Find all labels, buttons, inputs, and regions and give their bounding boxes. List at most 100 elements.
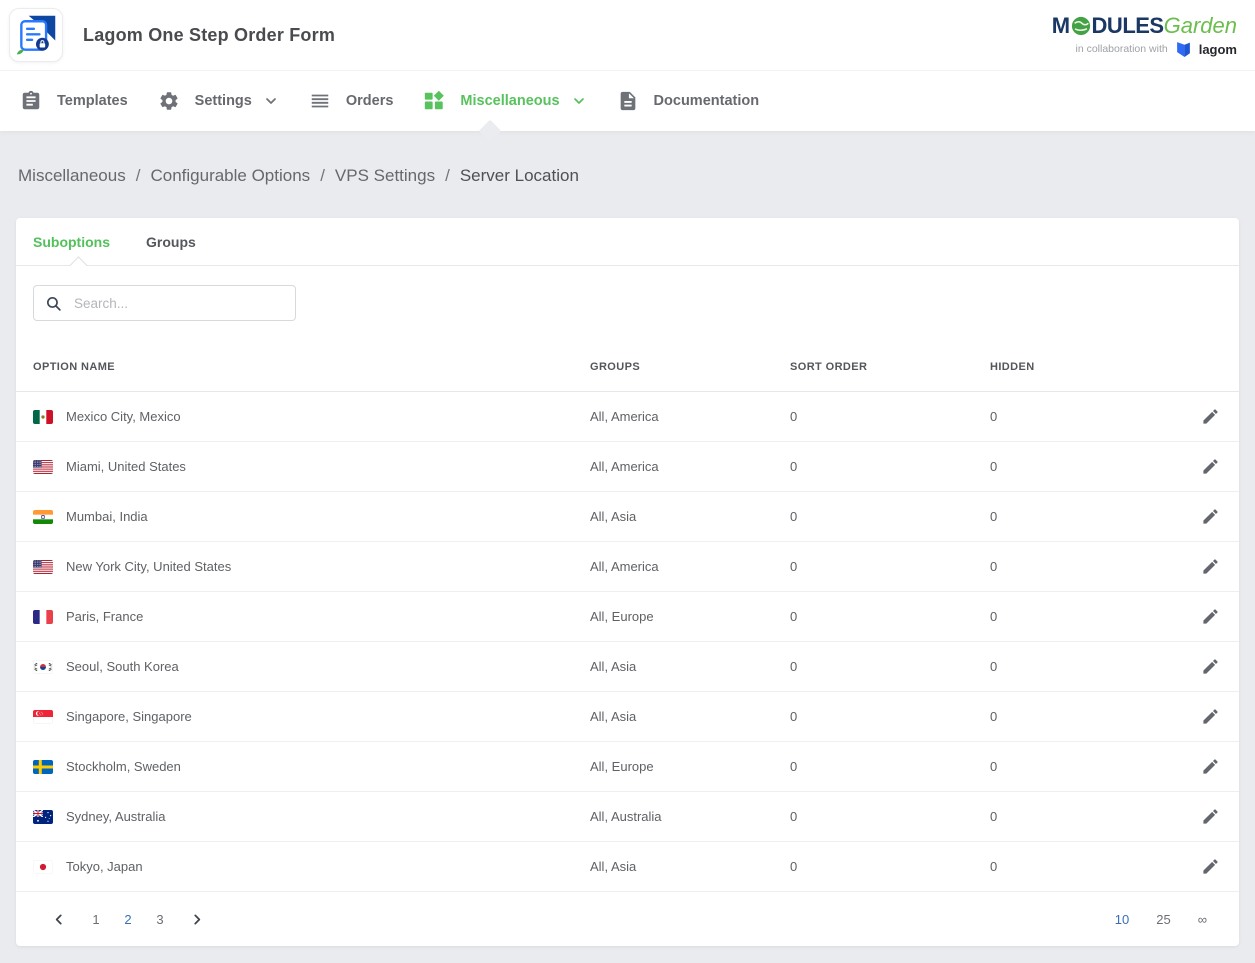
pencil-icon [1201, 857, 1220, 876]
chevron-left-icon [52, 912, 66, 927]
hidden-value: 0 [990, 609, 1182, 624]
table-row: Seoul, South Korea All, Asia 0 0 [16, 642, 1239, 692]
page-size-25[interactable]: 25 [1150, 908, 1176, 931]
hidden-value: 0 [990, 509, 1182, 524]
hidden-value: 0 [990, 709, 1182, 724]
brand-dules: DULES [1092, 13, 1164, 39]
edit-button[interactable] [1199, 855, 1222, 878]
tab-suboptions[interactable]: Suboptions [33, 218, 110, 265]
groups-value: All, America [590, 409, 790, 424]
app-logo [9, 8, 63, 62]
table-row: Mexico City, Mexico All, America 0 0 [16, 392, 1239, 442]
kr-flag-icon [33, 660, 53, 674]
page-number-button[interactable]: 2 [115, 906, 141, 932]
breadcrumb-separator: / [320, 166, 325, 185]
hidden-value: 0 [990, 409, 1182, 424]
mx-flag-icon [33, 410, 53, 424]
pencil-icon [1201, 657, 1220, 676]
edit-button[interactable] [1199, 805, 1222, 828]
option-name: Miami, United States [66, 459, 186, 474]
edit-button[interactable] [1199, 605, 1222, 628]
groups-value: All, Asia [590, 709, 790, 724]
page-size-all[interactable]: ∞ [1192, 908, 1213, 931]
au-flag-icon [33, 810, 53, 824]
edit-button[interactable] [1199, 755, 1222, 778]
document-icon [617, 90, 639, 112]
edit-button[interactable] [1199, 655, 1222, 678]
page-number-button[interactable]: 1 [83, 906, 109, 932]
hidden-value: 0 [990, 659, 1182, 674]
option-name: Stockholm, Sweden [66, 759, 181, 774]
breadcrumb-separator: / [136, 166, 141, 185]
table-row: Stockholm, Sweden All, Europe 0 0 [16, 742, 1239, 792]
brand-m: M [1052, 13, 1070, 39]
groups-value: All, America [590, 459, 790, 474]
column-header-hidden: HIDDEN [990, 361, 1182, 373]
lagom-logo-icon [1175, 41, 1192, 58]
table-row: Mumbai, India All, Asia 0 0 [16, 492, 1239, 542]
next-page-button[interactable] [184, 906, 210, 932]
lagom-text: lagom [1199, 42, 1237, 57]
previous-page-button[interactable] [46, 906, 72, 932]
brand-garden: Garden [1164, 13, 1237, 39]
main-nav: Templates Settings Orders [0, 70, 1255, 131]
table-row: Sydney, Australia All, Australia 0 0 [16, 792, 1239, 842]
sort-order-value: 0 [790, 559, 990, 574]
app-header: Lagom One Step Order Form M DULES Garden… [0, 0, 1255, 70]
nav-item-settings[interactable]: Settings [158, 90, 279, 112]
chevron-right-icon [190, 912, 204, 927]
edit-button[interactable] [1199, 505, 1222, 528]
edit-button[interactable] [1199, 705, 1222, 728]
pencil-icon [1201, 557, 1220, 576]
option-name: Sydney, Australia [66, 809, 165, 824]
pencil-icon [1201, 807, 1220, 826]
tab-bar: Suboptions Groups [16, 218, 1239, 266]
order-form-logo-icon [14, 13, 58, 57]
tab-groups[interactable]: Groups [146, 218, 196, 265]
edit-button[interactable] [1199, 405, 1222, 428]
edit-button[interactable] [1199, 455, 1222, 478]
breadcrumb-item[interactable]: Configurable Options [150, 166, 310, 185]
table-row: Miami, United States All, America 0 0 [16, 442, 1239, 492]
pencil-icon [1201, 407, 1220, 426]
pencil-icon [1201, 607, 1220, 626]
nav-item-miscellaneous[interactable]: Miscellaneous [423, 90, 586, 112]
groups-value: All, Asia [590, 659, 790, 674]
table-row: Singapore, Singapore All, Asia 0 0 [16, 692, 1239, 742]
edit-button[interactable] [1199, 555, 1222, 578]
nav-item-orders[interactable]: Orders [309, 90, 394, 112]
nav-item-templates[interactable]: Templates [20, 90, 128, 112]
gear-icon [158, 90, 180, 112]
column-header-option-name: OPTION NAME [33, 361, 590, 373]
nav-item-documentation[interactable]: Documentation [617, 90, 760, 112]
breadcrumb-item[interactable]: VPS Settings [335, 166, 435, 185]
column-header-groups: GROUPS [590, 361, 790, 373]
option-name: New York City, United States [66, 559, 231, 574]
page-number-button[interactable]: 3 [147, 906, 173, 932]
pencil-icon [1201, 457, 1220, 476]
list-icon [309, 90, 331, 112]
in-flag-icon [33, 510, 53, 524]
clipboard-icon [20, 90, 42, 112]
hidden-value: 0 [990, 759, 1182, 774]
fr-flag-icon [33, 610, 53, 624]
search-input[interactable] [72, 295, 284, 312]
collaboration-text: in collaboration with [1075, 43, 1167, 55]
page-size-10[interactable]: 10 [1109, 908, 1135, 931]
column-header-sort-order: SORT ORDER [790, 361, 990, 373]
groups-value: All, Europe [590, 759, 790, 774]
option-name: Seoul, South Korea [66, 659, 179, 674]
breadcrumb-item[interactable]: Miscellaneous [18, 166, 126, 185]
option-name: Singapore, Singapore [66, 709, 192, 724]
hidden-value: 0 [990, 559, 1182, 574]
search-box [33, 285, 296, 321]
table-row: New York City, United States All, Americ… [16, 542, 1239, 592]
modulesgarden-brand: M DULES Garden in collaboration with lag… [1052, 13, 1237, 58]
chevron-down-icon [263, 93, 279, 109]
sort-order-value: 0 [790, 609, 990, 624]
page: Lagom One Step Order Form M DULES Garden… [0, 0, 1255, 963]
pagination-bar: 1 2 3 10 25 ∞ [16, 892, 1239, 946]
hidden-value: 0 [990, 859, 1182, 874]
groups-value: All, Asia [590, 509, 790, 524]
globe-icon [1071, 16, 1091, 36]
